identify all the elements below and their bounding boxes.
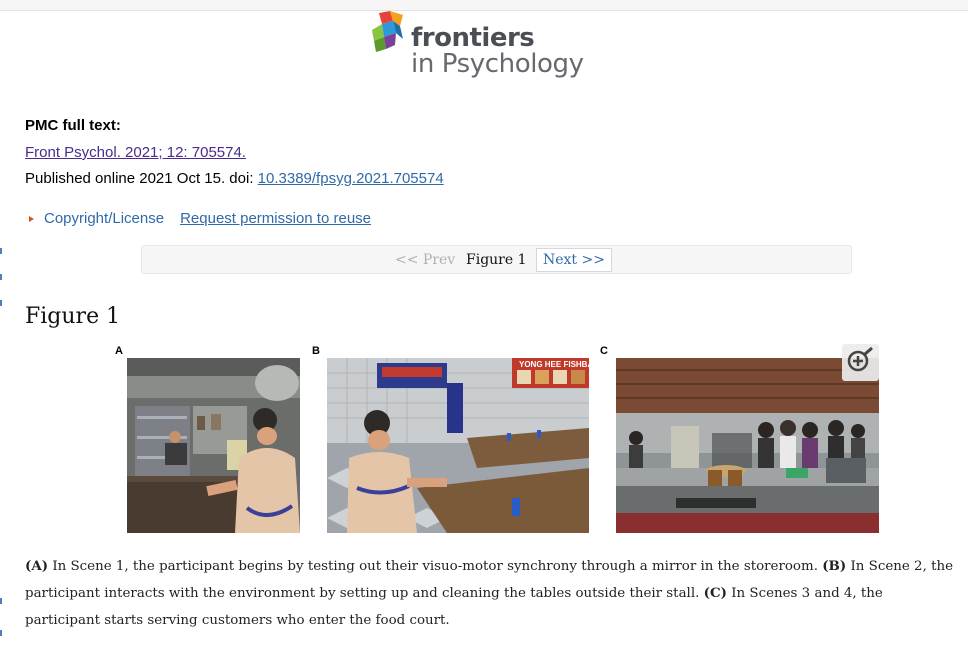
food-court-tables-image: YONG HEE FISHBA — [327, 358, 589, 533]
prev-button: << Prev — [395, 252, 456, 268]
expand-triangle-icon[interactable] — [29, 215, 34, 222]
figure-nav-bar: << Prev Figure 1 Next >> — [141, 245, 852, 274]
browser-top-strip — [0, 0, 968, 11]
published-text: Published online 2021 Oct 15. doi: — [25, 170, 258, 187]
request-permission-link[interactable]: Request permission to reuse — [180, 210, 371, 227]
stall-sign-text: YONG HEE FISHBA — [519, 360, 589, 369]
caption-label-c: (C) — [703, 585, 727, 601]
doi-link[interactable]: 10.3389/fpsyg.2021.705574 — [258, 170, 444, 187]
zoom-in-button[interactable] — [842, 344, 879, 381]
panel-label-b: B — [312, 345, 320, 357]
figure-caption: (A) In Scene 1, the participant begins b… — [25, 553, 955, 634]
caption-text-a: In Scene 1, the participant begins by te… — [48, 559, 823, 574]
storeroom-scene-image — [127, 358, 300, 533]
food-stall-customers-image — [616, 358, 879, 533]
figure-panel-a-image[interactable] — [127, 358, 300, 533]
figure-title: Figure 1 — [25, 304, 121, 329]
frontiers-logo-icon — [372, 11, 403, 52]
caption-label-b: (B) — [822, 558, 847, 574]
panel-label-c: C — [600, 345, 608, 357]
panel-label-a: A — [115, 345, 123, 357]
license-row: Copyright/License Request permission to … — [25, 210, 371, 227]
citation-link[interactable]: Front Psychol. 2021; 12: 705574. — [25, 144, 246, 161]
logo-text-journal: in Psychology — [411, 49, 584, 79]
journal-logo[interactable]: frontiers in Psychology — [370, 11, 610, 83]
pmc-label: PMC full text: — [25, 117, 121, 134]
figure-panel-c-image[interactable] — [616, 358, 879, 533]
zoom-in-icon — [847, 346, 873, 372]
next-button[interactable]: Next >> — [536, 248, 612, 272]
current-figure-label: Figure 1 — [466, 252, 527, 268]
figure-panel-b-image[interactable]: YONG HEE FISHBA — [327, 358, 589, 533]
copyright-license-link[interactable]: Copyright/License — [44, 210, 164, 227]
published-line: Published online 2021 Oct 15. doi: 10.33… — [25, 170, 444, 187]
caption-label-a: (A) — [25, 558, 49, 574]
